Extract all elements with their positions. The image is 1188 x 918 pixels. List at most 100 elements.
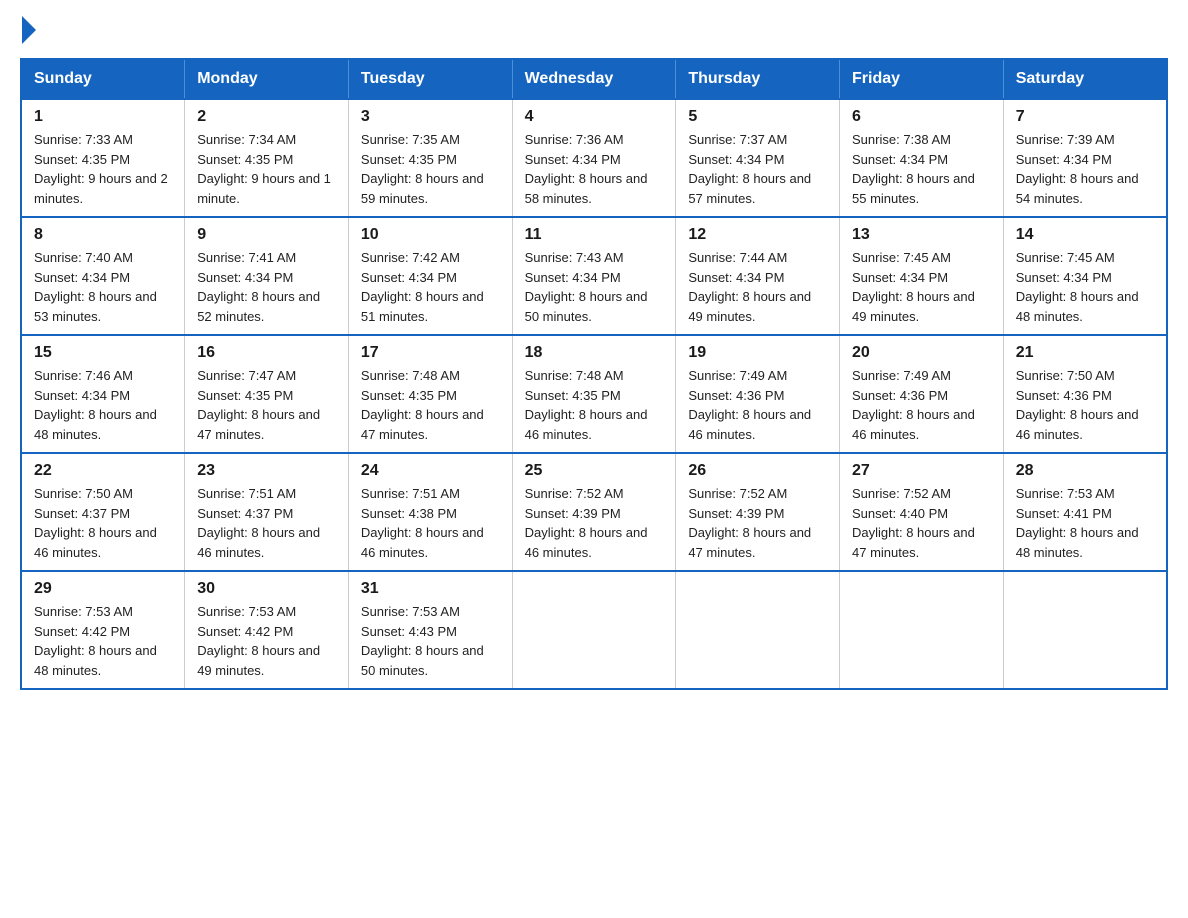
day-info: Sunrise: 7:53 AMSunset: 4:42 PMDaylight:… [197, 604, 320, 678]
calendar-cell: 12 Sunrise: 7:44 AMSunset: 4:34 PMDaylig… [676, 217, 840, 335]
calendar-cell: 27 Sunrise: 7:52 AMSunset: 4:40 PMDaylig… [840, 453, 1004, 571]
days-of-week-row: SundayMondayTuesdayWednesdayThursdayFrid… [21, 59, 1167, 99]
calendar-cell [512, 571, 676, 689]
day-info: Sunrise: 7:52 AMSunset: 4:39 PMDaylight:… [525, 486, 648, 560]
calendar-cell [1003, 571, 1167, 689]
calendar-cell: 20 Sunrise: 7:49 AMSunset: 4:36 PMDaylig… [840, 335, 1004, 453]
calendar-cell: 17 Sunrise: 7:48 AMSunset: 4:35 PMDaylig… [348, 335, 512, 453]
calendar-cell: 10 Sunrise: 7:42 AMSunset: 4:34 PMDaylig… [348, 217, 512, 335]
calendar-body: 1 Sunrise: 7:33 AMSunset: 4:35 PMDayligh… [21, 99, 1167, 689]
day-of-week-wednesday: Wednesday [512, 59, 676, 99]
day-info: Sunrise: 7:45 AMSunset: 4:34 PMDaylight:… [1016, 250, 1139, 324]
day-number: 13 [852, 226, 991, 244]
day-number: 25 [525, 462, 664, 480]
day-info: Sunrise: 7:50 AMSunset: 4:36 PMDaylight:… [1016, 368, 1139, 442]
day-number: 6 [852, 108, 991, 126]
day-number: 18 [525, 344, 664, 362]
day-number: 22 [34, 462, 172, 480]
day-number: 24 [361, 462, 500, 480]
day-info: Sunrise: 7:33 AMSunset: 4:35 PMDaylight:… [34, 132, 168, 206]
day-info: Sunrise: 7:50 AMSunset: 4:37 PMDaylight:… [34, 486, 157, 560]
day-number: 26 [688, 462, 827, 480]
calendar-cell [676, 571, 840, 689]
calendar-cell: 29 Sunrise: 7:53 AMSunset: 4:42 PMDaylig… [21, 571, 185, 689]
calendar-cell: 1 Sunrise: 7:33 AMSunset: 4:35 PMDayligh… [21, 99, 185, 217]
calendar-cell: 7 Sunrise: 7:39 AMSunset: 4:34 PMDayligh… [1003, 99, 1167, 217]
calendar-cell: 6 Sunrise: 7:38 AMSunset: 4:34 PMDayligh… [840, 99, 1004, 217]
day-info: Sunrise: 7:35 AMSunset: 4:35 PMDaylight:… [361, 132, 484, 206]
calendar-cell: 31 Sunrise: 7:53 AMSunset: 4:43 PMDaylig… [348, 571, 512, 689]
day-of-week-sunday: Sunday [21, 59, 185, 99]
day-info: Sunrise: 7:36 AMSunset: 4:34 PMDaylight:… [525, 132, 648, 206]
day-info: Sunrise: 7:48 AMSunset: 4:35 PMDaylight:… [525, 368, 648, 442]
calendar-week-4: 22 Sunrise: 7:50 AMSunset: 4:37 PMDaylig… [21, 453, 1167, 571]
page-header [20, 20, 1168, 38]
calendar-cell: 5 Sunrise: 7:37 AMSunset: 4:34 PMDayligh… [676, 99, 840, 217]
calendar-cell: 13 Sunrise: 7:45 AMSunset: 4:34 PMDaylig… [840, 217, 1004, 335]
day-number: 17 [361, 344, 500, 362]
day-number: 14 [1016, 226, 1154, 244]
day-info: Sunrise: 7:53 AMSunset: 4:41 PMDaylight:… [1016, 486, 1139, 560]
day-info: Sunrise: 7:53 AMSunset: 4:42 PMDaylight:… [34, 604, 157, 678]
day-number: 2 [197, 108, 336, 126]
logo-triangle-icon [22, 16, 36, 44]
day-number: 29 [34, 580, 172, 598]
calendar-cell: 30 Sunrise: 7:53 AMSunset: 4:42 PMDaylig… [185, 571, 349, 689]
calendar-cell: 8 Sunrise: 7:40 AMSunset: 4:34 PMDayligh… [21, 217, 185, 335]
day-number: 19 [688, 344, 827, 362]
day-of-week-tuesday: Tuesday [348, 59, 512, 99]
day-number: 10 [361, 226, 500, 244]
day-of-week-monday: Monday [185, 59, 349, 99]
calendar-cell: 14 Sunrise: 7:45 AMSunset: 4:34 PMDaylig… [1003, 217, 1167, 335]
calendar-cell: 28 Sunrise: 7:53 AMSunset: 4:41 PMDaylig… [1003, 453, 1167, 571]
day-info: Sunrise: 7:49 AMSunset: 4:36 PMDaylight:… [852, 368, 975, 442]
day-number: 30 [197, 580, 336, 598]
day-number: 11 [525, 226, 664, 244]
calendar-cell: 3 Sunrise: 7:35 AMSunset: 4:35 PMDayligh… [348, 99, 512, 217]
calendar-cell: 23 Sunrise: 7:51 AMSunset: 4:37 PMDaylig… [185, 453, 349, 571]
calendar-cell: 24 Sunrise: 7:51 AMSunset: 4:38 PMDaylig… [348, 453, 512, 571]
day-info: Sunrise: 7:51 AMSunset: 4:38 PMDaylight:… [361, 486, 484, 560]
day-number: 3 [361, 108, 500, 126]
day-number: 21 [1016, 344, 1154, 362]
calendar-week-2: 8 Sunrise: 7:40 AMSunset: 4:34 PMDayligh… [21, 217, 1167, 335]
day-of-week-friday: Friday [840, 59, 1004, 99]
day-info: Sunrise: 7:45 AMSunset: 4:34 PMDaylight:… [852, 250, 975, 324]
day-info: Sunrise: 7:41 AMSunset: 4:34 PMDaylight:… [197, 250, 320, 324]
day-number: 16 [197, 344, 336, 362]
calendar-cell: 16 Sunrise: 7:47 AMSunset: 4:35 PMDaylig… [185, 335, 349, 453]
calendar-cell: 26 Sunrise: 7:52 AMSunset: 4:39 PMDaylig… [676, 453, 840, 571]
calendar-cell: 21 Sunrise: 7:50 AMSunset: 4:36 PMDaylig… [1003, 335, 1167, 453]
day-number: 1 [34, 108, 172, 126]
calendar-cell: 9 Sunrise: 7:41 AMSunset: 4:34 PMDayligh… [185, 217, 349, 335]
day-info: Sunrise: 7:38 AMSunset: 4:34 PMDaylight:… [852, 132, 975, 206]
day-number: 28 [1016, 462, 1154, 480]
calendar-cell: 18 Sunrise: 7:48 AMSunset: 4:35 PMDaylig… [512, 335, 676, 453]
calendar-week-1: 1 Sunrise: 7:33 AMSunset: 4:35 PMDayligh… [21, 99, 1167, 217]
logo [20, 20, 36, 38]
day-info: Sunrise: 7:47 AMSunset: 4:35 PMDaylight:… [197, 368, 320, 442]
day-info: Sunrise: 7:39 AMSunset: 4:34 PMDaylight:… [1016, 132, 1139, 206]
day-info: Sunrise: 7:37 AMSunset: 4:34 PMDaylight:… [688, 132, 811, 206]
calendar-cell: 4 Sunrise: 7:36 AMSunset: 4:34 PMDayligh… [512, 99, 676, 217]
day-info: Sunrise: 7:34 AMSunset: 4:35 PMDaylight:… [197, 132, 331, 206]
calendar-cell: 22 Sunrise: 7:50 AMSunset: 4:37 PMDaylig… [21, 453, 185, 571]
calendar-cell: 15 Sunrise: 7:46 AMSunset: 4:34 PMDaylig… [21, 335, 185, 453]
day-number: 8 [34, 226, 172, 244]
day-info: Sunrise: 7:52 AMSunset: 4:39 PMDaylight:… [688, 486, 811, 560]
day-info: Sunrise: 7:53 AMSunset: 4:43 PMDaylight:… [361, 604, 484, 678]
day-number: 7 [1016, 108, 1154, 126]
calendar-cell: 2 Sunrise: 7:34 AMSunset: 4:35 PMDayligh… [185, 99, 349, 217]
calendar-week-3: 15 Sunrise: 7:46 AMSunset: 4:34 PMDaylig… [21, 335, 1167, 453]
calendar-week-5: 29 Sunrise: 7:53 AMSunset: 4:42 PMDaylig… [21, 571, 1167, 689]
day-info: Sunrise: 7:43 AMSunset: 4:34 PMDaylight:… [525, 250, 648, 324]
calendar-cell: 11 Sunrise: 7:43 AMSunset: 4:34 PMDaylig… [512, 217, 676, 335]
day-number: 5 [688, 108, 827, 126]
day-info: Sunrise: 7:42 AMSunset: 4:34 PMDaylight:… [361, 250, 484, 324]
day-number: 31 [361, 580, 500, 598]
day-info: Sunrise: 7:46 AMSunset: 4:34 PMDaylight:… [34, 368, 157, 442]
day-number: 4 [525, 108, 664, 126]
day-info: Sunrise: 7:52 AMSunset: 4:40 PMDaylight:… [852, 486, 975, 560]
day-number: 9 [197, 226, 336, 244]
day-number: 12 [688, 226, 827, 244]
